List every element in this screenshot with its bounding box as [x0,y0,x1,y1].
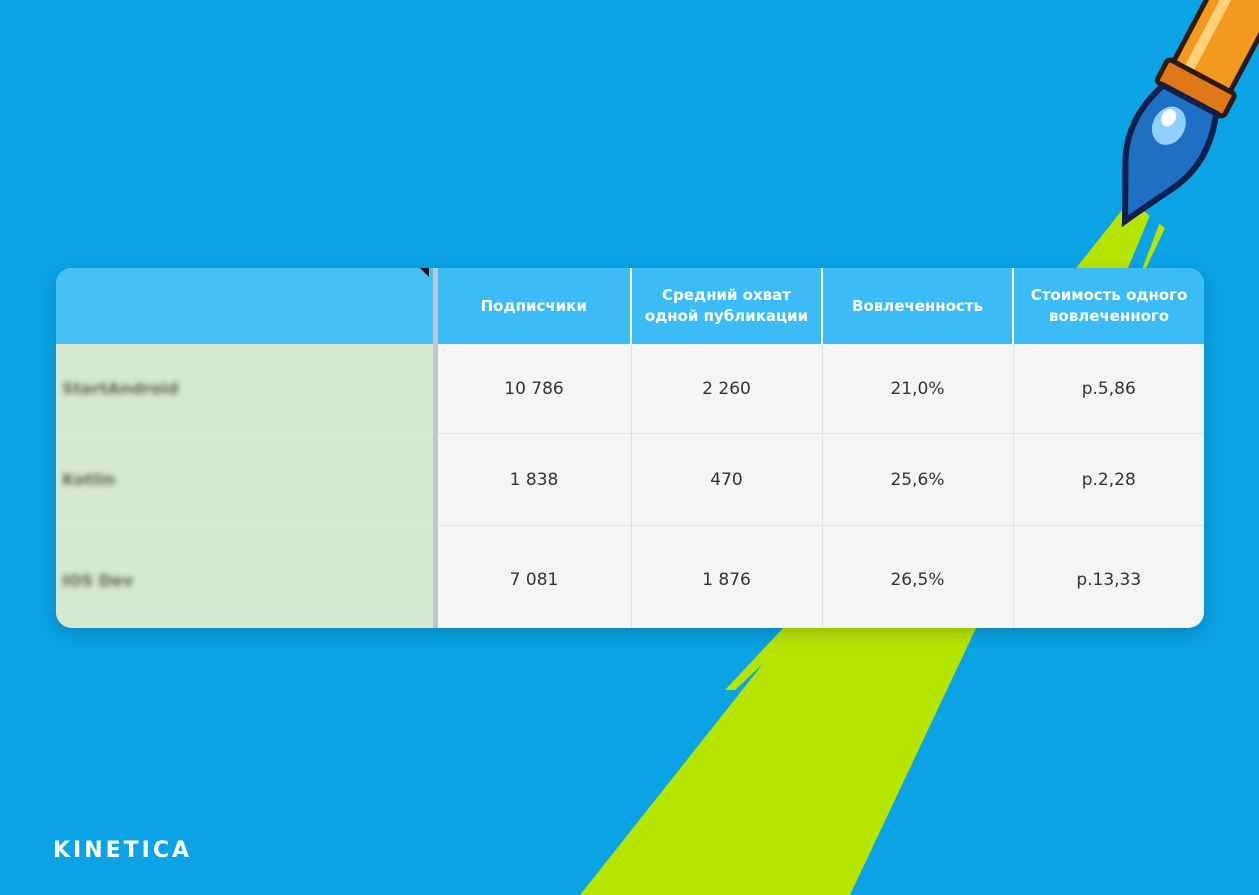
subscribers-cell: 1 838 [435,433,632,526]
row-name-cell: IOS Dev [56,525,438,628]
cost-cell: р.2,28 [1013,433,1204,526]
row-name: StartAndroid [62,379,179,398]
row-name-cell: StartAndroid [56,344,438,434]
table-row: IOS Dev 7 081 1 876 26,5% р.13,33 [56,525,1204,628]
header-subscribers[interactable]: Подписчики [435,268,632,344]
comparison-table-card: Подписчики Средний охват одной публикаци… [56,268,1204,628]
cost-cell: р.5,86 [1013,344,1204,434]
table-header-row: Подписчики Средний охват одной публикаци… [56,268,1204,344]
header-cost-per-engaged[interactable]: Стоимость одного вовлеченного [1013,268,1204,344]
brand-logo: KINETICA [53,838,193,863]
subscribers-cell: 7 081 [435,525,632,628]
header-corner-cell [56,268,438,344]
header-average-reach[interactable]: Средний охват одной публикации [631,268,823,344]
reach-cell: 2 260 [631,344,823,434]
corner-marker [419,268,429,277]
reach-cell: 470 [631,433,823,526]
header-engagement[interactable]: Вовлеченность [822,268,1014,344]
row-name: IOS Dev [62,570,134,590]
engagement-cell: 25,6% [822,433,1014,526]
engagement-cell: 21,0% [822,344,1014,434]
table-row: StartAndroid 10 786 2 260 21,0% р.5,86 [56,344,1204,434]
comparison-table: Подписчики Средний охват одной публикаци… [56,268,1204,628]
fountain-pen-icon [1121,0,1259,228]
engagement-cell: 26,5% [822,525,1014,628]
table-row: Kotlin 1 838 470 25,6% р.2,28 [56,433,1204,526]
row-name: Kotlin [62,470,116,489]
row-name-cell: Kotlin [56,433,438,526]
cost-cell: р.13,33 [1076,570,1142,590]
reach-cell: 1 876 [631,525,823,628]
subscribers-cell: 10 786 [435,344,632,434]
